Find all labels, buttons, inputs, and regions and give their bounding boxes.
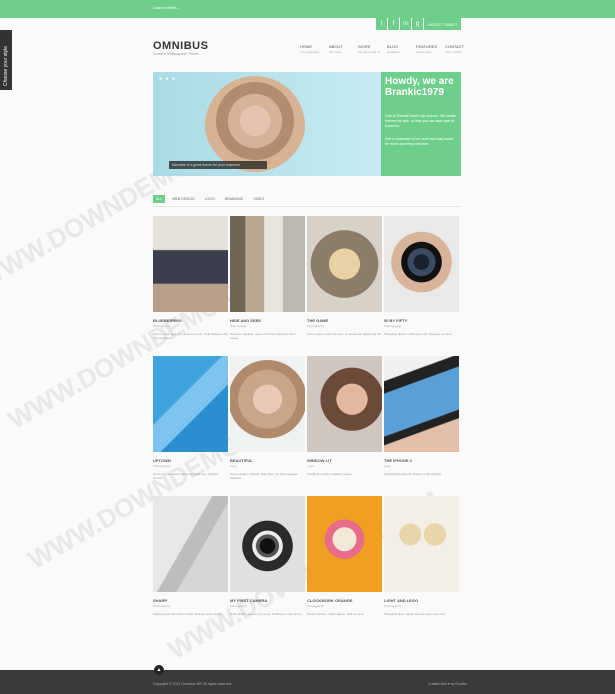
item-category: Photography — [307, 604, 325, 608]
nav-item-contact[interactable]: CONTACT Get in touch — [445, 44, 474, 54]
portfolio-item[interactable]: UPTOWN Photography Donec consectetuer li… — [153, 356, 228, 480]
item-title[interactable]: THE GAME — [307, 318, 382, 323]
thumb-clockwork-orange[interactable] — [307, 496, 382, 592]
filter-video[interactable]: VIDEO — [250, 195, 267, 203]
thumb-hide-and-seek[interactable] — [230, 216, 305, 312]
item-category: Photography — [153, 464, 171, 468]
top-note: Latest tweets... — [153, 5, 180, 10]
filter-branding[interactable]: BRANDING — [222, 195, 246, 203]
item-category: Photography — [230, 604, 248, 608]
portfolio-item[interactable]: 50 BY FIFTY Photography Phasellus ultric… — [384, 216, 459, 336]
hero-caption: Adorable is a great theme for your busin… — [169, 161, 267, 169]
item-description: Suspendisse potenti. Aliquam erat volutp… — [384, 472, 442, 476]
item-category: Logo — [230, 464, 237, 468]
portfolio-filters: ALL WEB DESIGN LOGO BRANDING VIDEO — [153, 195, 267, 203]
google-icon[interactable]: g — [412, 18, 423, 30]
thumb-light-and-lego[interactable] — [384, 496, 459, 592]
portfolio-item[interactable]: MY FIRST CAMERA Photography Nulla facili… — [230, 496, 305, 616]
divider — [153, 206, 461, 207]
promo-title: Howdy, we are Brankic1979 — [385, 76, 454, 98]
slider-dots[interactable]: ● ● ● — [159, 76, 176, 82]
thumb-iphone-4[interactable] — [384, 356, 459, 452]
promo-box: Howdy, we are Brankic1979 One of ThemeFo… — [381, 72, 461, 176]
nav-item-home[interactable]: HOME The beginning — [300, 44, 329, 54]
item-description: Vestibulum auctor dapibus neque. — [307, 472, 353, 476]
main-nav: HOME The beginning ABOUT Our team WORK We a… — [300, 44, 474, 54]
tagline: Creative Multipurpose Theme — [153, 52, 199, 56]
thumb-first-camera[interactable] — [230, 496, 305, 592]
item-description: Phasellus lacus. Etiam laoreet quam sed … — [384, 612, 446, 616]
style-switcher-tab[interactable]: Choose your style — [0, 30, 12, 90]
item-title[interactable]: BEAUTIFUL — [230, 458, 305, 463]
footer: ▲ Copyright © 2012 Omnibus WP. All right… — [0, 665, 615, 694]
promo-text: One of ThemeForest's top authors. We cre… — [385, 114, 456, 128]
item-description: Phasellus ultrices nulla quis nibh. Quis… — [384, 332, 453, 336]
portfolio-item[interactable]: BLUEBERRIES Photography Morbi in sem qui… — [153, 216, 228, 340]
copyright-text: Copyright © 2012 Omnibus WP. All rights … — [153, 682, 233, 686]
portfolio-item[interactable]: CLOCKWORK ORANGE Photography Morbi inter… — [307, 496, 382, 616]
item-title[interactable]: CLOCKWORK ORANGE — [307, 598, 382, 603]
nav-item-about[interactable]: ABOUT Our team — [329, 44, 358, 54]
thumb-beautiful[interactable] — [230, 356, 305, 452]
portfolio-item[interactable]: THE IPHONE 4 Logo Suspendisse potenti. A… — [384, 356, 459, 476]
item-title[interactable]: THE IPHONE 4 — [384, 458, 459, 463]
style-switcher-label: Choose your style — [3, 45, 9, 86]
filter-logo[interactable]: LOGO — [202, 195, 218, 203]
thumb-the-game[interactable] — [307, 216, 382, 312]
back-to-top-icon[interactable]: ▲ — [154, 665, 164, 675]
portfolio-item[interactable]: HIDE AND SEEK Web Design Praesent dapibu… — [230, 216, 305, 340]
item-description: Nulla facilisi. Aenean nec eros. Vestibu… — [230, 612, 303, 616]
item-category: Logo — [384, 464, 391, 468]
thumb-uptown[interactable] — [153, 356, 228, 452]
item-title[interactable]: BLUEBERRIES — [153, 318, 228, 323]
nav-item-blog[interactable]: BLOG Headlines — [387, 44, 416, 54]
portfolio-item[interactable]: WINDOW LIT Logo Vestibulum auctor dapibu… — [307, 356, 382, 476]
facebook-icon[interactable]: f — [388, 18, 399, 30]
item-title[interactable]: LIGHT AND LEGO — [384, 598, 459, 603]
item-category: Photography — [384, 324, 402, 328]
top-bar: Latest tweets... — [0, 0, 615, 18]
linkedin-icon[interactable]: in — [400, 18, 411, 30]
item-description: Nam a sapien. Integer vitae libero ac ri… — [230, 472, 298, 480]
item-title[interactable]: MY FIRST CAMERA — [230, 598, 305, 603]
item-description: Morbi in sem quis dui placerat ornare. P… — [153, 332, 228, 340]
promo-text-2: See a showcase of our work and stay tune… — [385, 137, 453, 146]
portfolio-item[interactable]: BEAUTIFUL Logo Nam a sapien. Integer vit… — [230, 356, 305, 480]
twitter-icon[interactable]: t — [376, 18, 387, 30]
item-description: Pellentesque fermentum dolor. Aliquam qu… — [153, 612, 224, 616]
portfolio-item[interactable]: SHARP Photography Pellentesque fermentum… — [153, 496, 228, 616]
filter-all[interactable]: ALL — [153, 195, 166, 203]
item-description: Lorem ipsum dolor sit amet, consectetuer… — [307, 332, 382, 336]
thumb-blueberries[interactable] — [153, 216, 228, 312]
nav-item-work[interactable]: WORK We are proud of — [358, 44, 387, 54]
item-title[interactable]: UPTOWN — [153, 458, 228, 463]
item-category: Photography — [153, 604, 171, 608]
nav-item-features[interactable]: FEATURES Know more — [416, 44, 445, 54]
item-description: Praesent dapibus, neque id cursus faucib… — [230, 332, 297, 340]
thumb-window-lit[interactable] — [307, 356, 382, 452]
latest-tweet-button[interactable]: LATEST TWEET — [424, 18, 461, 30]
thumb-50-by-fifty[interactable] — [384, 216, 459, 312]
item-category: Web Design — [230, 324, 247, 328]
item-category: Logo — [307, 464, 314, 468]
item-title[interactable]: 50 BY FIFTY — [384, 318, 459, 323]
logo[interactable]: OMNIBUS — [153, 40, 208, 52]
item-category: Photography — [307, 324, 325, 328]
item-category: Photography — [384, 604, 402, 608]
credit-text: Crafted with ♥ by Brankic — [428, 682, 468, 686]
social-links: t f in g — [376, 18, 423, 30]
hero-slider[interactable]: ● ● ● Adorable is a great theme for your… — [153, 72, 381, 176]
thumb-sharp[interactable] — [153, 496, 228, 592]
portfolio-item[interactable]: LIGHT AND LEGO Photography Phasellus lac… — [384, 496, 459, 616]
portfolio-item[interactable]: THE GAME Photography Lorem ipsum dolor s… — [307, 216, 382, 336]
item-title[interactable]: SHARP — [153, 598, 228, 603]
filter-web-design[interactable]: WEB DESIGN — [169, 195, 197, 203]
item-title[interactable]: HIDE AND SEEK — [230, 318, 305, 323]
item-description: Donec consectetuer ligula vulputate sem … — [153, 472, 219, 480]
item-category: Photography — [153, 324, 171, 328]
item-title[interactable]: WINDOW LIT — [307, 458, 382, 463]
item-description: Morbi interdum mollis sapien. Sed ac ris… — [307, 612, 365, 616]
